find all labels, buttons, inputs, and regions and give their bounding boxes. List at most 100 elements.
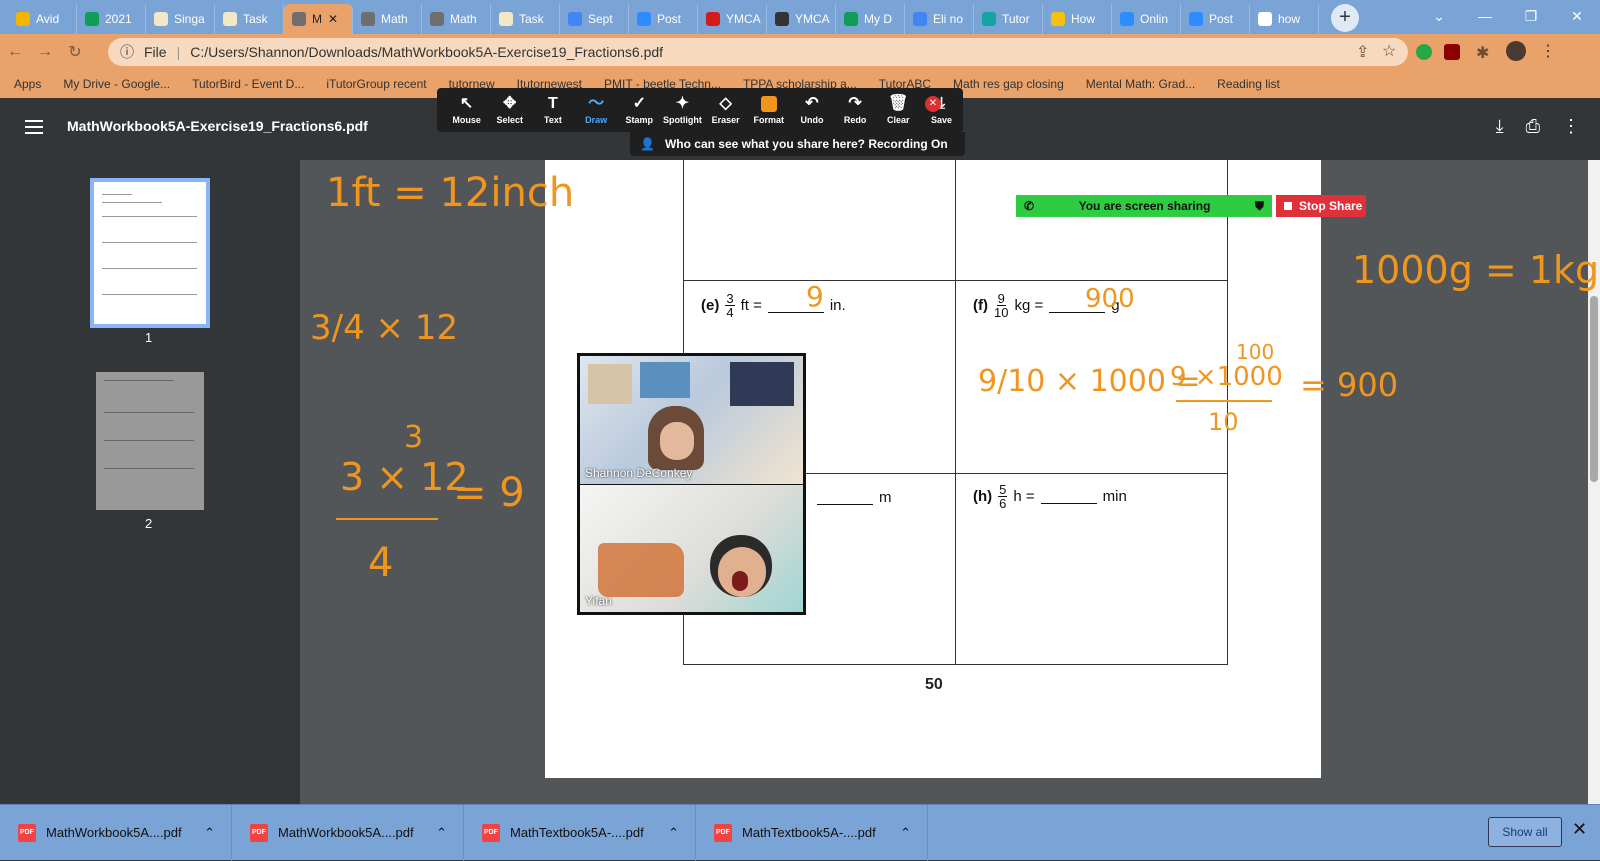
browser-tab[interactable]: YMCA bbox=[767, 4, 836, 34]
page-thumbnail-2[interactable] bbox=[96, 372, 204, 510]
shield-icon: ⛊ bbox=[1254, 198, 1264, 213]
close-annotation-icon[interactable]: ✕ bbox=[925, 96, 941, 112]
browser-tab[interactable]: How bbox=[1043, 4, 1112, 34]
tab-favicon-icon bbox=[637, 12, 651, 26]
browser-tab[interactable]: Math bbox=[422, 4, 491, 34]
download-item[interactable]: PDF MathTextbook5A-....pdf ⌃ bbox=[464, 804, 696, 861]
wall-map bbox=[598, 543, 684, 597]
new-tab-button[interactable]: + bbox=[1331, 4, 1359, 32]
bookmark-item[interactable]: TutorBird - Event D... bbox=[192, 77, 304, 91]
star-icon[interactable]: ☆ bbox=[1382, 41, 1396, 61]
download-icon[interactable]: ⤓ bbox=[1496, 116, 1504, 137]
browser-tab[interactable]: Tutor bbox=[974, 4, 1043, 34]
question-g-blank[interactable] bbox=[817, 491, 873, 505]
tab-favicon-icon bbox=[568, 12, 582, 26]
sidebar-menu-icon[interactable] bbox=[25, 120, 43, 134]
video-panel[interactable]: Shannon DeConkey Yifan bbox=[577, 353, 806, 615]
tab-search-icon[interactable]: ⌄ bbox=[1416, 0, 1462, 32]
handwriting-note-unit-ft: 1ft = 12inch bbox=[326, 170, 575, 216]
scrollbar-thumb[interactable] bbox=[1590, 296, 1598, 482]
close-downloads-icon[interactable]: ✕ bbox=[1572, 819, 1587, 840]
question-h-fraction: 56 bbox=[998, 483, 1008, 510]
question-g-unit-to: m bbox=[879, 489, 892, 506]
tab-favicon-icon bbox=[1189, 12, 1203, 26]
browser-tab[interactable]: Singa bbox=[146, 4, 215, 34]
browser-tab[interactable]: 2021 bbox=[77, 4, 146, 34]
browser-tab[interactable]: YMCA bbox=[698, 4, 767, 34]
bookmark-item[interactable]: Mental Math: Grad... bbox=[1086, 77, 1195, 91]
annotation-tool-clear[interactable]: 🗑 Clear bbox=[877, 95, 920, 125]
download-filename: MathTextbook5A-....pdf bbox=[742, 825, 876, 840]
stop-share-button[interactable]: Stop Share bbox=[1276, 195, 1366, 217]
tab-label: YMCA bbox=[726, 12, 761, 26]
show-all-downloads-button[interactable]: Show all bbox=[1488, 817, 1562, 847]
annotation-tool-draw[interactable]: 〜 Draw bbox=[575, 95, 618, 125]
annotation-tool-spotlight[interactable]: ✦ Spotlight bbox=[661, 95, 704, 125]
share-icon[interactable]: ⇪ bbox=[1356, 42, 1369, 62]
browser-tab[interactable]: Post bbox=[1181, 4, 1250, 34]
annotation-tool-stamp[interactable]: ✓ Stamp bbox=[618, 95, 661, 125]
forward-icon[interactable]: → bbox=[30, 43, 60, 61]
print-icon[interactable]: ⎙ bbox=[1526, 116, 1540, 137]
extensions-puzzle-icon[interactable]: ✱ bbox=[1476, 43, 1489, 63]
tab-label: Singa bbox=[174, 12, 205, 26]
annotation-tool-eraser[interactable]: ◇ Eraser bbox=[704, 95, 747, 125]
chrome-menu-icon[interactable]: ⋮ bbox=[1540, 41, 1556, 61]
annotation-tool-format[interactable]: Format bbox=[747, 95, 790, 125]
annotation-tool-redo[interactable]: ↷ Redo bbox=[834, 95, 877, 125]
browser-tab[interactable]: Math bbox=[353, 4, 422, 34]
page-thumbnail-1[interactable] bbox=[90, 178, 210, 328]
minimize-icon[interactable]: — bbox=[1462, 0, 1508, 32]
bookmark-item[interactable]: Apps bbox=[14, 77, 41, 91]
tab-label: Onlin bbox=[1140, 12, 1169, 26]
browser-tab[interactable]: Post bbox=[629, 4, 698, 34]
download-item[interactable]: PDF MathWorkbook5A....pdf ⌃ bbox=[0, 804, 232, 861]
download-options-chevron-icon[interactable]: ⌃ bbox=[436, 825, 463, 841]
download-options-chevron-icon[interactable]: ⌃ bbox=[900, 825, 927, 841]
browser-tab[interactable]: Sept bbox=[560, 4, 629, 34]
bookmark-item[interactable]: Reading list bbox=[1217, 77, 1280, 91]
more-options-icon[interactable]: ⋮ bbox=[1562, 116, 1580, 137]
url-text[interactable]: C:/Users/Shannon/Downloads/MathWorkbook5… bbox=[190, 44, 663, 60]
bookmark-item[interactable]: Math res gap closing bbox=[953, 77, 1064, 91]
browser-tab[interactable]: My D bbox=[836, 4, 905, 34]
browser-tab[interactable]: how bbox=[1250, 4, 1319, 34]
question-e-den: 4 bbox=[726, 305, 734, 320]
restore-icon[interactable]: ❐ bbox=[1508, 0, 1554, 32]
tab-label: Math bbox=[450, 12, 477, 26]
browser-tab[interactable]: Task bbox=[215, 4, 284, 34]
annotation-tool-mouse[interactable]: ↖ Mouse bbox=[445, 95, 488, 125]
question-h-blank[interactable] bbox=[1040, 490, 1097, 504]
stop-icon bbox=[1284, 202, 1292, 210]
bookmark-item[interactable]: My Drive - Google... bbox=[63, 77, 170, 91]
tab-label: Post bbox=[657, 12, 682, 26]
reload-icon[interactable]: ↻ bbox=[60, 42, 90, 62]
download-filename: MathWorkbook5A....pdf bbox=[278, 825, 414, 840]
bookmark-item[interactable]: iTutorGroup recent bbox=[326, 77, 426, 91]
browser-tab[interactable]: Onlin bbox=[1112, 4, 1181, 34]
annotation-tool-select[interactable]: ✥ Select bbox=[488, 95, 531, 125]
recording-notice[interactable]: 👤 Who can see what you share here? Recor… bbox=[630, 132, 965, 156]
tab-favicon-icon bbox=[1051, 12, 1065, 26]
download-item[interactable]: PDF MathTextbook5A-....pdf ⌃ bbox=[696, 804, 928, 861]
info-icon[interactable]: ⓘ bbox=[120, 42, 134, 62]
browser-tab[interactable]: M ✕ bbox=[284, 4, 353, 34]
download-item[interactable]: PDF MathWorkbook5A....pdf ⌃ bbox=[232, 804, 464, 861]
download-options-chevron-icon[interactable]: ⌃ bbox=[668, 825, 695, 841]
browser-tab[interactable]: Eli no bbox=[905, 4, 974, 34]
back-icon[interactable]: ← bbox=[0, 43, 30, 61]
pdf-file-icon: PDF bbox=[482, 823, 500, 842]
select-icon: ✥ bbox=[503, 95, 517, 112]
omnibox[interactable]: ⓘ File | C:/Users/Shannon/Downloads/Math… bbox=[108, 38, 1408, 66]
browser-tab[interactable]: Task bbox=[491, 4, 560, 34]
ublock-icon[interactable] bbox=[1444, 44, 1460, 60]
close-window-icon[interactable]: ✕ bbox=[1554, 0, 1600, 32]
extension-green-icon[interactable] bbox=[1416, 44, 1432, 60]
close-tab-icon[interactable]: ✕ bbox=[328, 12, 338, 26]
tab-label: Tutor bbox=[1002, 12, 1030, 26]
profile-avatar[interactable] bbox=[1506, 41, 1526, 61]
annotation-tool-text[interactable]: T Text bbox=[531, 95, 574, 125]
download-options-chevron-icon[interactable]: ⌃ bbox=[204, 825, 231, 841]
browser-tab[interactable]: Avid bbox=[8, 4, 77, 34]
annotation-tool-undo[interactable]: ↶ Undo bbox=[790, 95, 833, 125]
